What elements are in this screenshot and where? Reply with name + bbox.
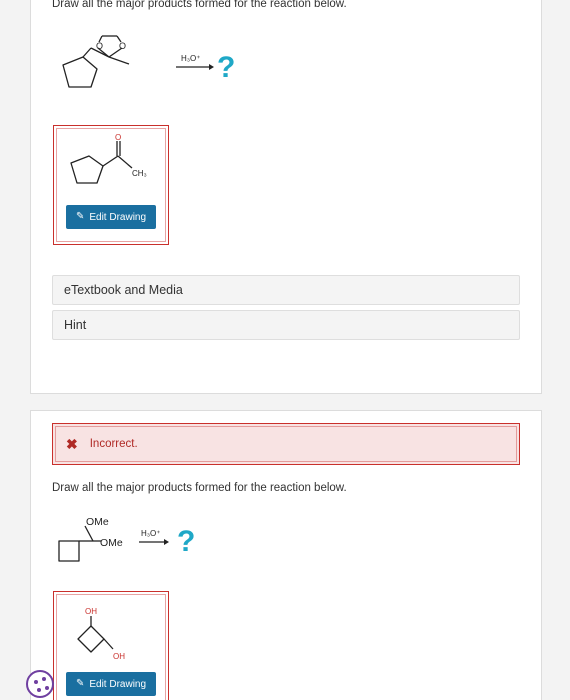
question-card-1: Draw all the major products formed for t…: [30, 0, 542, 394]
substrate-oxygen-2: O: [119, 41, 126, 51]
unknown-product-1: ?: [217, 51, 235, 84]
question-1-prompt: Draw all the major products formed for t…: [52, 0, 347, 10]
close-icon: ✖: [66, 435, 78, 452]
unknown-product-2: ?: [177, 525, 195, 558]
answer-oxygen: O: [115, 133, 121, 142]
reaction-scheme-2: OMe OMe H₃O⁺ ?: [58, 516, 195, 562]
etextbook-media-toggle[interactable]: eTextbook and Media: [52, 275, 520, 305]
pencil-icon: ✎: [75, 211, 85, 222]
answer-methyl-label: CH₃: [132, 169, 147, 178]
hint-toggle[interactable]: Hint: [52, 310, 520, 340]
question-card-2: ✖ Incorrect. Draw all the major products…: [30, 410, 542, 700]
cookie-settings-icon[interactable]: [26, 670, 54, 698]
feedback-text: Incorrect.: [89, 438, 138, 450]
reagent-label-1: H₃O⁺: [181, 54, 200, 63]
edit-drawing-button-1[interactable]: ✎ Edit Drawing: [66, 205, 156, 229]
substituent-ome-1: OMe: [86, 516, 109, 528]
answer-structure-2: OH OH: [77, 607, 125, 661]
edit-drawing-label-1: Edit Drawing: [89, 211, 147, 223]
edit-drawing-button-2[interactable]: ✎ Edit Drawing: [66, 672, 156, 696]
hint-label: Hint: [64, 318, 87, 332]
substrate-oxygen-1: O: [96, 41, 103, 51]
reaction-scheme-1: O O H₃O⁺ ?: [62, 35, 235, 88]
answer-oh-2: OH: [113, 652, 125, 661]
answer-structure-1: O CH₃: [70, 133, 147, 184]
substituent-ome-2: OMe: [100, 537, 123, 549]
answer-drawing-2[interactable]: OH OH ✎ Edit Drawing: [53, 591, 169, 700]
etextbook-label: eTextbook and Media: [64, 283, 183, 297]
cyclopentane-ring: [62, 56, 98, 88]
edit-drawing-label-2: Edit Drawing: [89, 678, 147, 690]
pencil-icon: ✎: [75, 678, 85, 689]
answer-drawing-1[interactable]: O CH₃ ✎ Edit Drawing: [53, 125, 169, 245]
question-2-prompt: Draw all the major products formed for t…: [52, 482, 347, 494]
incorrect-banner: ✖ Incorrect.: [52, 423, 520, 465]
answer-oh-1: OH: [85, 607, 97, 616]
reagent-label-2: H₃O⁺: [141, 529, 160, 538]
page: Draw all the major products formed for t…: [0, 0, 570, 700]
